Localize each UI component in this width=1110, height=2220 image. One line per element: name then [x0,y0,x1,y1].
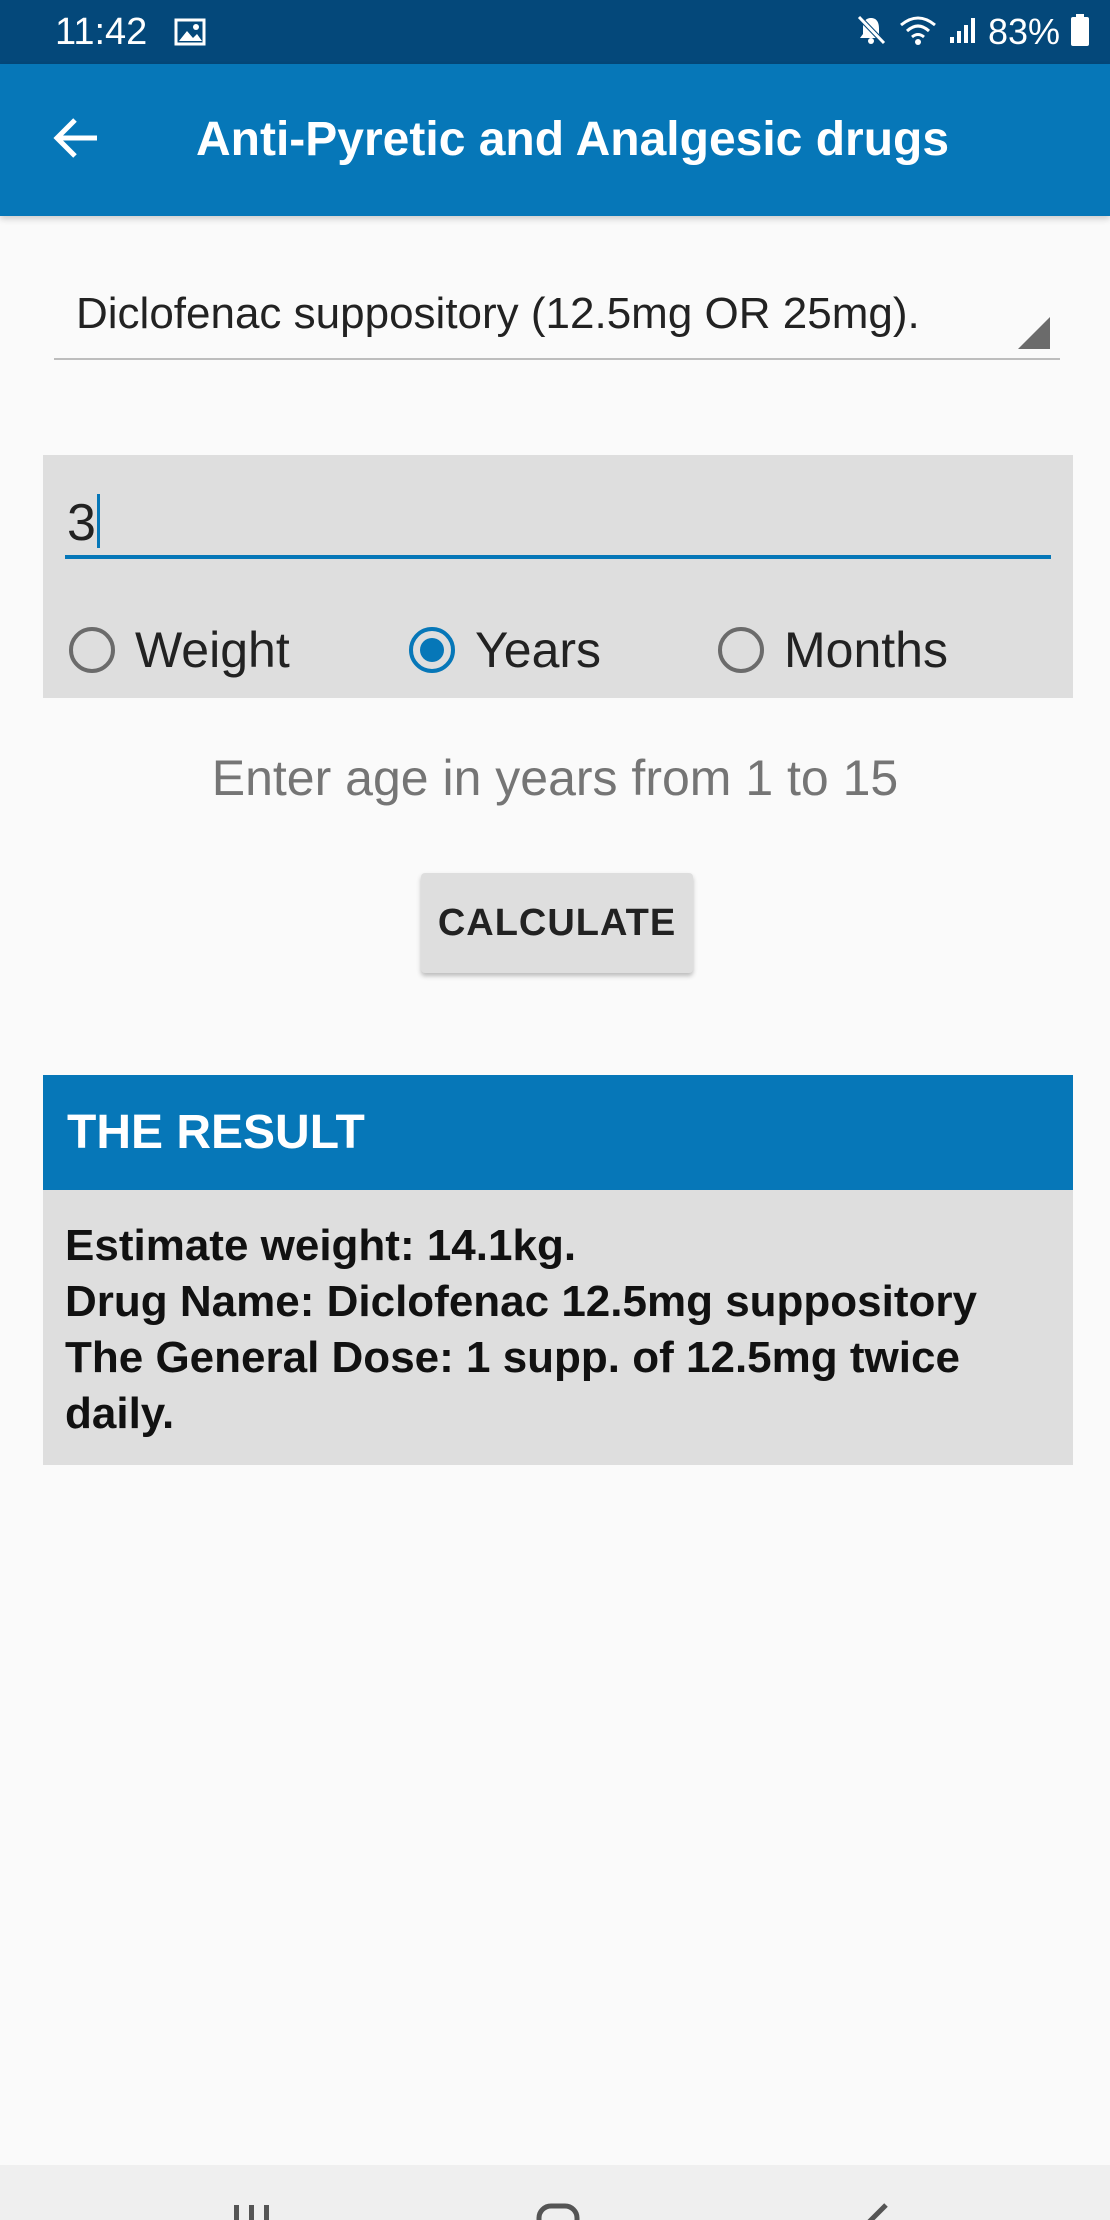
radio-weight-label: Weight [135,622,290,678]
result-general-dose: The General Dose: 1 supp. of 12.5mg twic… [65,1333,960,1438]
page-title: Anti-Pyretic and Analgesic drugs [196,113,950,166]
back-button[interactable] [40,104,112,176]
wifi-icon [898,13,938,52]
result-estimate-weight: Estimate weight: 14.1kg. [65,1221,577,1270]
radio-weight[interactable]: Weight [69,615,290,685]
radio-months-circle [718,627,764,673]
back-nav-icon[interactable] [862,2203,892,2220]
radio-weight-circle [69,627,115,673]
dropdown-triangle-icon [1018,317,1050,354]
age-input-value: 3 [67,493,100,553]
gallery-icon [174,18,206,51]
age-input[interactable]: 3 [65,475,1051,559]
radio-years-circle [409,627,455,673]
result-header: THE RESULT [43,1075,1073,1190]
result-drug-name: Drug Name: Diclofenac 12.5mg suppository [65,1277,977,1326]
input-card: 3 Weight Years Months [43,455,1073,698]
app-bar: Anti-Pyretic and Analgesic drugs [0,64,1110,216]
system-nav-bar [0,2165,1110,2220]
drug-select[interactable]: Diclofenac suppository (12.5mg OR 25mg). [54,270,1060,360]
arrow-left-icon [51,116,101,165]
mute-icon [854,13,888,52]
result-title: THE RESULT [67,1106,365,1159]
status-icons: 83% [854,12,1090,52]
input-mode-radio-group: Weight Years Months [69,615,1069,685]
result-lines: Estimate weight: 14.1kg. Drug Name: Dicl… [65,1218,1055,1442]
age-hint: Enter age in years from 1 to 15 [211,750,899,806]
calculate-button[interactable]: CALCULATE [421,873,693,973]
radio-years-label: Years [475,622,602,678]
status-time: 11:42 [55,11,148,53]
status-bar: 11:42 83% [0,0,1110,64]
battery-percent: 83% [987,11,1060,52]
drug-select-value: Diclofenac suppository (12.5mg OR 25mg). [76,289,920,338]
result-body: Estimate weight: 14.1kg. Drug Name: Dicl… [43,1190,1073,1465]
home-icon[interactable] [536,2203,580,2220]
battery-icon [1070,13,1090,52]
radio-years[interactable]: Years [409,615,601,685]
radio-months-label: Months [784,622,948,678]
recent-apps-icon[interactable] [232,2203,272,2220]
signal-icon [948,15,978,50]
radio-months[interactable]: Months [718,615,948,685]
